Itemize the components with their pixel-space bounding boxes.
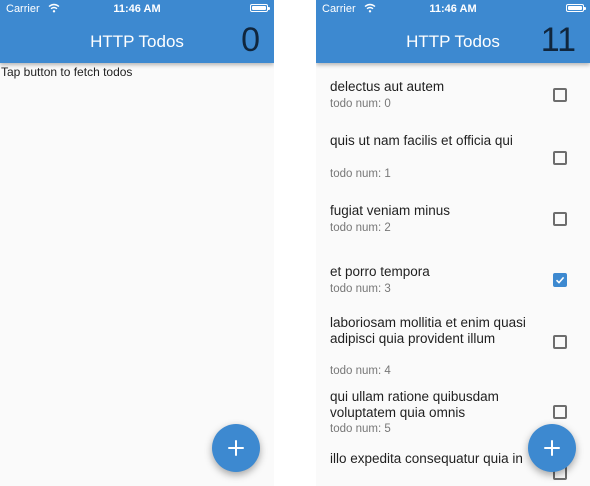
app-bar: Carrier 11:46 AM HTTP Todos 0 xyxy=(0,0,274,63)
fetch-todos-button[interactable] xyxy=(528,424,576,472)
todo-checkbox[interactable] xyxy=(553,335,567,349)
todo-title: quis ut nam facilis et officia qui xyxy=(330,133,513,148)
fetch-todos-button[interactable] xyxy=(212,424,260,472)
todo-number: todo num: 3 xyxy=(330,283,391,295)
todo-title: laboriosam mollitia et enim quasi adipis… xyxy=(330,315,526,346)
todo-number: todo num: 2 xyxy=(330,222,391,234)
check-icon xyxy=(555,276,565,284)
todo-checkbox[interactable] xyxy=(553,405,567,419)
plus-icon xyxy=(544,440,560,456)
todo-title: fugiat veniam minus xyxy=(330,203,451,218)
todo-title: delectus aut autem xyxy=(330,79,445,94)
todo-checkbox[interactable] xyxy=(553,212,567,226)
todo-checkbox[interactable] xyxy=(553,151,567,165)
todo-checkbox[interactable] xyxy=(553,88,567,102)
battery-icon xyxy=(250,4,270,12)
status-time: 11:46 AM xyxy=(429,3,477,15)
empty-state-message: Tap button to fetch todos xyxy=(1,65,133,79)
todo-count: 0 xyxy=(241,21,260,59)
status-bar: Carrier 11:46 AM xyxy=(316,0,590,20)
battery-icon xyxy=(566,4,586,12)
todo-checkbox-checked[interactable] xyxy=(553,273,567,287)
todo-number: todo num: 5 xyxy=(330,423,391,435)
status-bar: Carrier 11:46 AM xyxy=(0,0,274,20)
app-bar: Carrier 11:46 AM HTTP Todos 11 xyxy=(316,0,590,63)
todo-count: 11 xyxy=(540,21,576,59)
phone-screen-empty: Carrier 11:46 AM HTTP Todos 0 Tap button… xyxy=(0,0,274,486)
todo-number: todo num: 4 xyxy=(330,365,391,377)
todo-title: et porro tempora xyxy=(330,264,430,279)
todo-title: illo expedita consequatur quia in xyxy=(330,451,523,466)
status-time: 11:46 AM xyxy=(113,3,161,15)
todo-number: todo num: 0 xyxy=(330,98,391,110)
todo-title: qui ullam ratione quibusdam voluptatem q… xyxy=(330,389,499,420)
phone-screen-list: Carrier 11:46 AM HTTP Todos 11 delectus … xyxy=(316,0,590,486)
todo-number: todo num: 1 xyxy=(330,168,391,180)
app-title: HTTP Todos xyxy=(90,32,184,51)
plus-icon xyxy=(228,440,244,456)
